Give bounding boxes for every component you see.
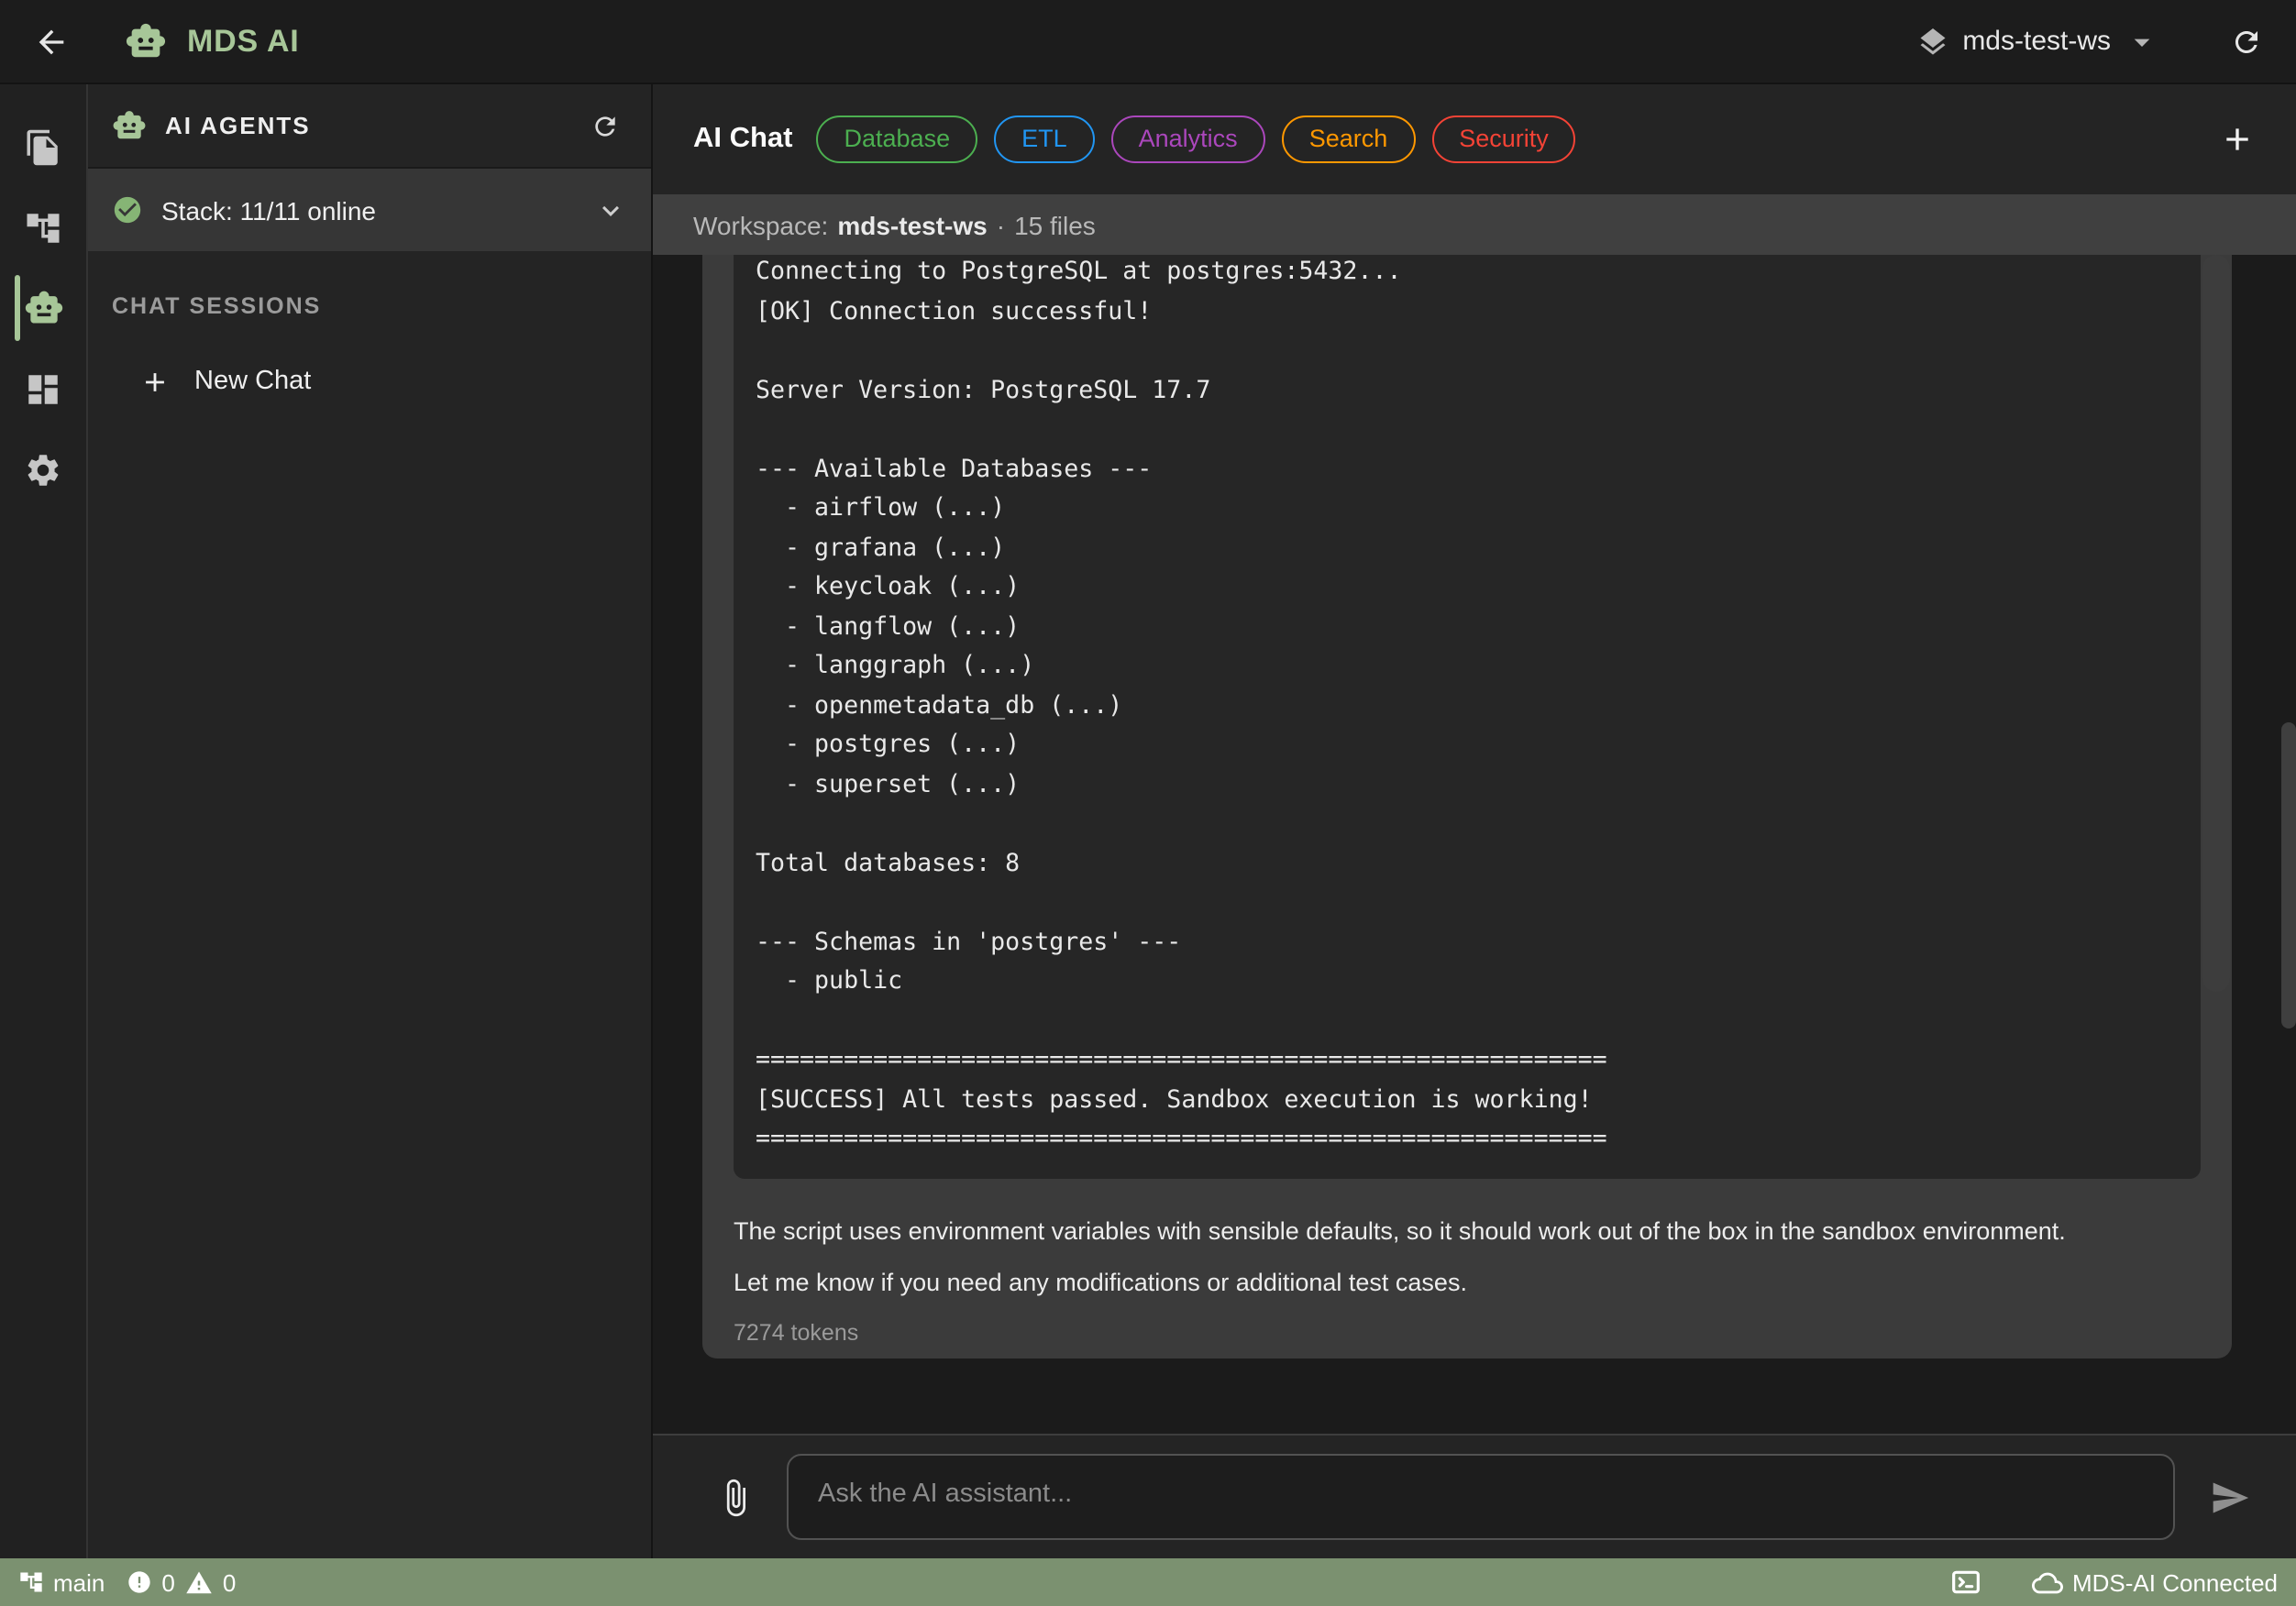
chat-panel: AI Chat Database ETL Analytics Search Se… <box>651 84 2296 1558</box>
rail-item-ai-agents[interactable] <box>0 268 86 348</box>
active-indicator <box>15 275 20 341</box>
gear-icon <box>24 450 62 489</box>
sidebar: AI AGENTS Stack: 11/11 online CHAT SESSI… <box>88 84 651 1558</box>
workspace-bar-files: 15 files <box>1014 210 1096 239</box>
app-brand: MDS AI <box>125 20 300 62</box>
refresh-icon <box>2230 25 2263 58</box>
rail-item-pipelines[interactable] <box>0 187 86 268</box>
chevron-down-icon <box>594 193 627 226</box>
chat-title: AI Chat <box>693 123 793 156</box>
workspace-selector-label: mds-test-ws <box>1962 26 2111 57</box>
arrow-back-icon <box>33 23 70 60</box>
account-tree-icon <box>24 208 62 247</box>
branch-icon <box>18 1569 44 1595</box>
file-copy-icon <box>24 127 62 166</box>
workspace-bar-prefix: Workspace: <box>693 210 828 239</box>
activity-rail <box>0 84 88 1558</box>
status-bar: main 0 0 <box>0 1558 2296 1606</box>
warnings-item[interactable]: 0 <box>186 1568 236 1596</box>
tag-search[interactable]: Search <box>1282 116 1416 163</box>
messages-scrollbar-thumb[interactable] <box>2202 255 2230 992</box>
terminal-icon <box>1951 1568 1981 1597</box>
chat-input[interactable] <box>787 1454 2175 1540</box>
message-paragraph-line: Let me know if you need any modification… <box>734 1257 2201 1308</box>
workspace-bar: Workspace: mds-test-ws · 15 files <box>653 194 2296 255</box>
send-button[interactable] <box>2202 1469 2257 1524</box>
refresh-icon <box>591 111 620 140</box>
robot-icon <box>125 20 167 62</box>
chat-messages: Connecting to PostgreSQL at postgres:543… <box>653 255 2296 1434</box>
tag-analytics[interactable]: Analytics <box>1111 116 1265 163</box>
paperclip-icon <box>715 1477 756 1517</box>
errors-count: 0 <box>161 1568 174 1596</box>
branch-label: main <box>53 1568 105 1596</box>
terminal-output: Connecting to PostgreSQL at postgres:543… <box>734 255 2201 1178</box>
chat-header: AI Chat Database ETL Analytics Search Se… <box>653 84 2296 194</box>
category-tags: Database ETL Analytics Search Security <box>817 116 1576 163</box>
main-area: AI AGENTS Stack: 11/11 online CHAT SESSI… <box>0 84 2296 1558</box>
app-window: MDS AI mds-test-ws <box>0 0 2296 1606</box>
agents-refresh-button[interactable] <box>583 104 627 148</box>
connection-status[interactable]: MDS-AI Connected <box>2032 1567 2278 1598</box>
tag-etl[interactable]: ETL <box>994 116 1095 163</box>
rail-item-settings[interactable] <box>0 429 86 510</box>
refresh-button[interactable] <box>2223 17 2270 65</box>
warning-icon <box>186 1568 214 1596</box>
chat-sessions-header: CHAT SESSIONS <box>112 293 651 319</box>
workspace-bar-separator: · <box>997 210 1005 239</box>
stack-status-label: Stack: 11/11 online <box>161 195 376 225</box>
sidebar-title: AI AGENTS <box>165 112 311 139</box>
robot-icon <box>23 288 63 328</box>
workspace-selector[interactable]: mds-test-ws <box>1905 21 2171 61</box>
dashboard-icon <box>24 369 62 408</box>
terminal-toggle[interactable] <box>1951 1568 1981 1597</box>
git-branch-item[interactable]: main <box>18 1568 105 1596</box>
rail-item-dashboard[interactable] <box>0 348 86 429</box>
connection-label: MDS-AI Connected <box>2072 1568 2278 1596</box>
plus-icon <box>139 366 171 397</box>
tag-database[interactable]: Database <box>817 116 978 163</box>
robot-icon <box>112 108 147 143</box>
stack-status-row[interactable]: Stack: 11/11 online <box>88 169 651 251</box>
rail-item-files[interactable] <box>0 106 86 187</box>
errors-item[interactable]: 0 <box>127 1568 174 1596</box>
token-count: 7274 tokens <box>734 1317 2201 1347</box>
plus-icon <box>2219 121 2256 158</box>
layers-icon <box>1916 25 1949 58</box>
warnings-count: 0 <box>223 1568 236 1596</box>
app-title: MDS AI <box>187 23 300 60</box>
error-icon <box>127 1569 152 1595</box>
assistant-message: Connecting to PostgreSQL at postgres:543… <box>702 255 2232 1358</box>
tag-security[interactable]: Security <box>1431 116 1576 163</box>
top-bar: MDS AI mds-test-ws <box>0 0 2296 84</box>
cloud-icon <box>2032 1567 2063 1598</box>
window-scrollbar-thumb[interactable] <box>2281 722 2296 1028</box>
sidebar-header: AI AGENTS <box>88 84 651 169</box>
check-circle-icon <box>112 194 143 226</box>
chat-input-area <box>653 1434 2296 1558</box>
workspace-bar-name: mds-test-ws <box>837 210 987 239</box>
message-paragraph-line: The script uses environment variables wi… <box>734 1205 2201 1257</box>
attach-button[interactable] <box>708 1469 763 1524</box>
new-chat-label: New Chat <box>194 367 311 396</box>
new-session-button[interactable] <box>2212 114 2263 165</box>
assistant-message-text: The script uses environment variables wi… <box>734 1205 2201 1308</box>
caret-down-icon <box>2124 23 2160 60</box>
new-chat-button[interactable]: New Chat <box>88 346 651 416</box>
send-icon <box>2210 1477 2250 1517</box>
back-button[interactable] <box>26 16 77 67</box>
